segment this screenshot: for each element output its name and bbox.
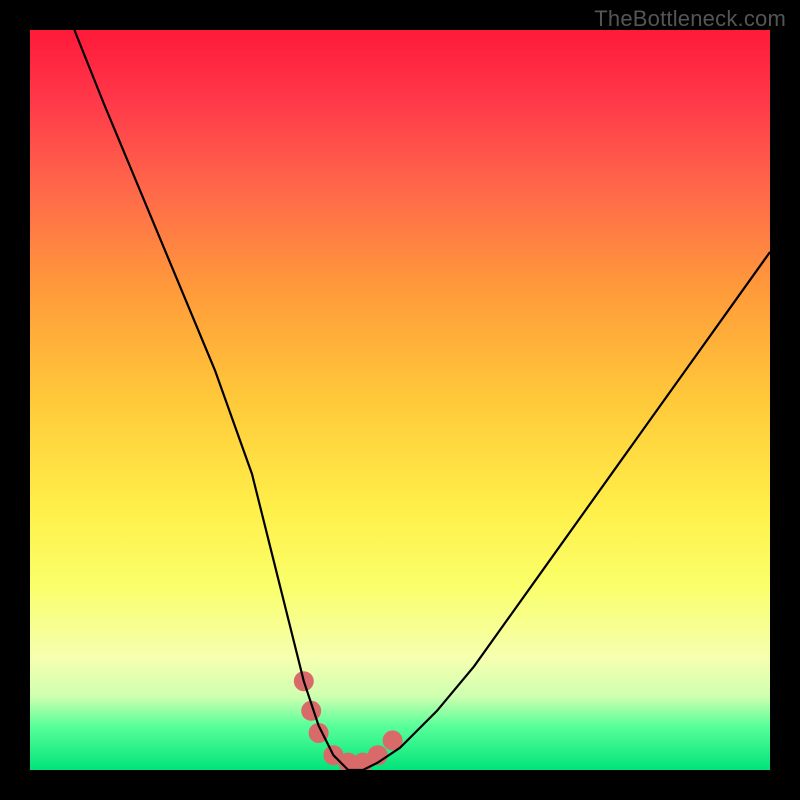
watermark-text: TheBottleneck.com (594, 6, 786, 32)
chart-frame: TheBottleneck.com (0, 0, 800, 800)
trough-markers (294, 671, 403, 770)
plot-area (30, 30, 770, 770)
chart-svg (30, 30, 770, 770)
bottleneck-curve (74, 30, 770, 770)
